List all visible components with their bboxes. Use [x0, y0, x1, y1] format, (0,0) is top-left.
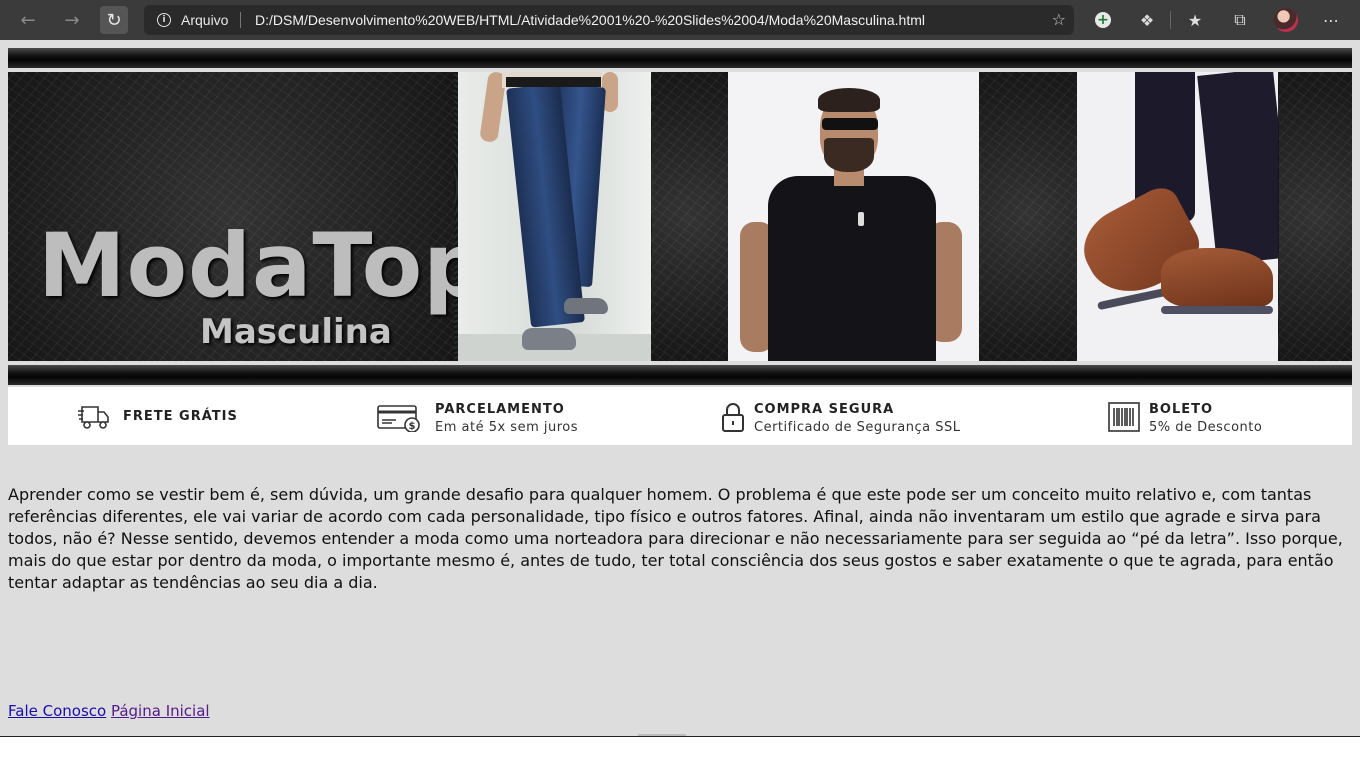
feature-title: FRETE GRÁTIS	[123, 409, 238, 424]
leather-texture	[979, 72, 1077, 361]
browser-toolbar: ← → ↻ i Arquivo D:/DSM/Desenvolvimento%2…	[0, 0, 1360, 40]
footer-links: Fale Conosco Página Inicial	[8, 702, 210, 720]
address-bar[interactable]: i Arquivo D:/DSM/Desenvolvimento%20WEB/H…	[144, 5, 1074, 35]
feature-subtitle: Em até 5x sem juros	[435, 420, 579, 435]
toolbar-divider	[1170, 11, 1171, 29]
feature-title: BOLETO	[1149, 402, 1214, 417]
truck-icon	[78, 406, 109, 429]
feature-subtitle: 5% de Desconto	[1149, 420, 1263, 435]
extensions-puzzle-icon[interactable]: ❖	[1136, 9, 1158, 31]
feature-subtitle: Certificado de Segurança SSL	[754, 420, 961, 435]
protocol-label: Arquivo	[181, 12, 229, 28]
brand-logo: ModaTop	[38, 214, 488, 317]
feature-title: PARCELAMENTO	[435, 402, 565, 417]
url-text[interactable]: D:/DSM/Desenvolvimento%20WEB/HTML/Ativid…	[255, 12, 925, 28]
shoes-photo	[1077, 72, 1278, 361]
address-separator	[240, 12, 241, 28]
polo-shirt-photo	[728, 72, 979, 361]
hero-banner: ModaTop Masculina	[8, 72, 1352, 361]
intro-paragraph: Aprender como se vestir bem é, sem dúvid…	[8, 485, 1343, 592]
home-link[interactable]: Página Inicial	[111, 702, 210, 720]
forward-arrow-icon[interactable]: →	[58, 6, 86, 34]
features-strip: FRETE GRÁTIS $ PARCELAMENTO Em até 5x se…	[8, 387, 1352, 445]
leather-texture	[652, 72, 728, 361]
lock-icon	[722, 403, 744, 432]
barcode-icon	[1108, 402, 1140, 432]
svg-text:$: $	[409, 421, 416, 432]
info-icon[interactable]: i	[157, 13, 171, 27]
extension-add-icon[interactable]: +	[1092, 9, 1114, 31]
feature-title: COMPRA SEGURA	[754, 402, 895, 417]
card-icon: $	[377, 405, 420, 432]
more-menu-icon[interactable]: ⋯	[1320, 9, 1342, 31]
profile-avatar[interactable]	[1274, 8, 1298, 32]
contact-link[interactable]: Fale Conosco	[8, 702, 106, 720]
back-arrow-icon[interactable]: ←	[14, 6, 42, 34]
leather-texture	[1279, 72, 1352, 361]
bottom-decorative-bar	[8, 365, 1352, 385]
reload-icon[interactable]: ↻	[100, 6, 128, 34]
collections-icon[interactable]: ⧉	[1229, 9, 1251, 31]
window-bottom-border	[0, 736, 1360, 737]
favorites-icon[interactable]: ★	[1184, 9, 1206, 31]
page-viewport: ModaTop Masculina FRETE GRÁTIS $ PARCELA…	[0, 40, 1360, 736]
add-favorite-icon[interactable]: ☆	[1052, 10, 1066, 29]
brand-subtitle: Masculina	[200, 312, 392, 352]
top-decorative-bar	[8, 48, 1352, 68]
jeans-photo	[458, 72, 651, 361]
